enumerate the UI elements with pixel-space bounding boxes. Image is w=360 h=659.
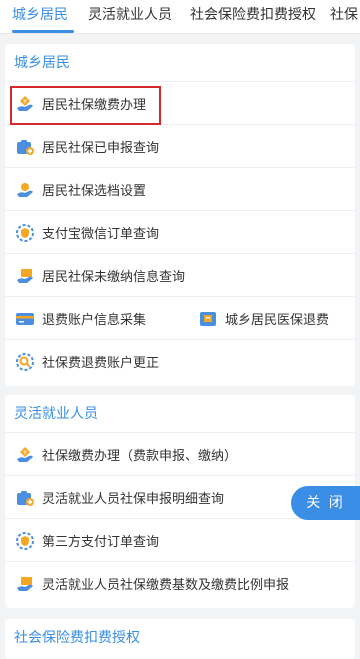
resident-declared-query-item[interactable]: 居民社保已申报查询 <box>15 125 159 168</box>
item-label: 居民社保选档设置 <box>42 184 147 199</box>
resident-unpaid-query-item[interactable]: 居民社保未缴纳信息查询 <box>15 254 185 297</box>
list-item: 社保费退费账户更正 <box>5 340 355 383</box>
hand-card-icon <box>15 574 35 594</box>
section-title: 城乡居民 <box>5 44 355 82</box>
section-title: 社会保险费扣费授权 <box>14 630 140 646</box>
payment-declare-item[interactable]: ¥ 社保缴费办理（费款申报、缴纳） <box>15 433 237 476</box>
wallet-icon <box>198 309 218 329</box>
shield-badge-icon <box>15 223 35 243</box>
tab-social-security-partial[interactable]: 社保 <box>330 0 358 33</box>
item-label: 支付宝微信订单查询 <box>42 227 160 242</box>
list-item: 居民社保未缴纳信息查询 <box>5 254 355 297</box>
base-ratio-declare-item[interactable]: 灵活就业人员社保缴费基数及缴费比例申报 <box>15 562 289 605</box>
tab-bar: 城乡居民 灵活就业人员 社会保险费扣费授权 社保 <box>0 0 360 34</box>
hand-yen-icon: ¥ <box>15 445 35 465</box>
flexible-declared-detail-item[interactable]: 灵活就业人员社保申报明细查询 <box>15 476 224 519</box>
alipay-wechat-order-query-item[interactable]: 支付宝微信订单查询 <box>15 211 159 254</box>
section-deduction-authorization: 社会保险费扣费授权 <box>5 619 355 659</box>
third-party-order-query-item[interactable]: 第三方支付订单查询 <box>15 519 159 562</box>
item-label: 社保费退费账户更正 <box>42 356 160 371</box>
list-item: ¥ 社保缴费办理（费款申报、缴纳） <box>5 433 355 476</box>
tab-flexible-employment[interactable]: 灵活就业人员 <box>88 0 172 33</box>
resident-tier-setting-item[interactable]: 居民社保选档设置 <box>15 168 146 211</box>
item-label: 居民社保已申报查询 <box>42 141 160 156</box>
list-item: 居民社保选档设置 <box>5 168 355 211</box>
hand-card-icon <box>15 266 35 286</box>
refund-account-correction-item[interactable]: 社保费退费账户更正 <box>15 340 159 383</box>
tab-deduction-authorization[interactable]: 社会保险费扣费授权 <box>190 0 316 33</box>
list-item: 灵活就业人员社保缴费基数及缴费比例申报 <box>5 562 355 605</box>
list-item: 第三方支付订单查询 <box>5 519 355 562</box>
list-item: 居民社保已申报查询 <box>5 125 355 168</box>
highlight-box <box>10 86 161 125</box>
shield-badge-icon <box>15 531 35 551</box>
section-title: 灵活就业人员 <box>5 395 355 433</box>
close-button[interactable]: 关 闭 <box>291 486 360 520</box>
item-label: 居民社保未缴纳信息查询 <box>42 270 186 285</box>
item-label: 退费账户信息采集 <box>42 313 147 328</box>
item-label: 社保缴费办理（费款申报、缴纳） <box>42 449 238 464</box>
tab-urban-rural-residents[interactable]: 城乡居民 <box>12 0 68 33</box>
item-label: 灵活就业人员社保缴费基数及缴费比例申报 <box>42 578 290 593</box>
medical-insurance-refund-item[interactable]: 城乡居民医保退费 <box>198 297 329 340</box>
list-item: 支付宝微信订单查询 <box>5 211 355 254</box>
search-doc-icon <box>15 352 35 372</box>
item-label: 灵活就业人员社保申报明细查询 <box>42 492 225 507</box>
list-item: 退费账户信息采集 城乡居民医保退费 <box>5 297 355 340</box>
item-label: 城乡居民医保退费 <box>225 313 330 328</box>
medical-kit-icon <box>15 488 35 508</box>
svg-text:¥: ¥ <box>23 449 27 456</box>
medical-kit-icon <box>15 137 35 157</box>
hand-circle-icon <box>15 180 35 200</box>
refund-account-collect-item[interactable]: 退费账户信息采集 <box>15 297 146 340</box>
bank-card-icon <box>15 309 35 329</box>
active-tab-indicator <box>12 30 74 33</box>
item-label: 第三方支付订单查询 <box>42 535 160 550</box>
